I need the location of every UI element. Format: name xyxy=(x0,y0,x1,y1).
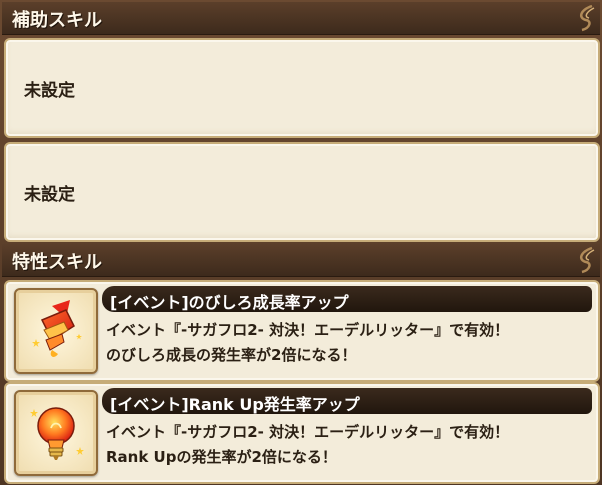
skill-icon-frame xyxy=(14,288,98,374)
firework-rocket-icon xyxy=(32,300,82,357)
trait-skills-header: 特性スキル xyxy=(2,244,600,277)
slot-label: 未設定 xyxy=(24,81,75,101)
support-skills-title: 補助スキル xyxy=(12,10,102,31)
ornament-flourish-icon xyxy=(579,4,595,32)
skill-name-bar: [イベント]のびしろ成長率アップ xyxy=(102,286,592,312)
ornament-flourish-icon xyxy=(579,246,595,274)
skill-description-line: のびしろ成長の発生率が2倍になる！ xyxy=(106,346,357,364)
lightbulb-icon xyxy=(30,407,84,460)
skill-description: イベント『-サガフロ2- 対決！エーデルリッター』で有効！ Rank Upの発生… xyxy=(106,420,590,470)
skill-description-line: Rank Upの発生率が2倍になる！ xyxy=(106,448,337,466)
support-skill-slot-1[interactable]: 未設定 xyxy=(4,38,600,138)
trait-skills-title: 特性スキル xyxy=(12,252,102,273)
skill-name: [イベント]のびしろ成長率アップ xyxy=(110,293,349,312)
trait-skill-item[interactable]: [イベント]Rank Up発生率アップ イベント『-サガフロ2- 対決！エーデル… xyxy=(4,382,600,484)
support-skill-slot-2[interactable]: 未設定 xyxy=(4,142,600,242)
skill-name-bar: [イベント]Rank Up発生率アップ xyxy=(102,388,592,414)
trait-skill-item[interactable]: [イベント]のびしろ成長率アップ イベント『-サガフロ2- 対決！エーデルリッタ… xyxy=(4,280,600,382)
slot-label: 未設定 xyxy=(24,185,75,205)
skill-description-line: イベント『-サガフロ2- 対決！エーデルリッター』で有効！ xyxy=(106,321,510,339)
skill-description: イベント『-サガフロ2- 対決！エーデルリッター』で有効！ のびしろ成長の発生率… xyxy=(106,318,590,368)
skill-icon-frame xyxy=(14,390,98,476)
skill-panel: 補助スキル 未設定 未設定 特性スキル [イベント]のびしろ成長率アップ イベン… xyxy=(0,0,602,485)
skill-description-line: イベント『-サガフロ2- 対決！エーデルリッター』で有効！ xyxy=(106,423,510,441)
skill-name: [イベント]Rank Up発生率アップ xyxy=(110,395,360,414)
support-skills-header: 補助スキル xyxy=(2,2,600,35)
